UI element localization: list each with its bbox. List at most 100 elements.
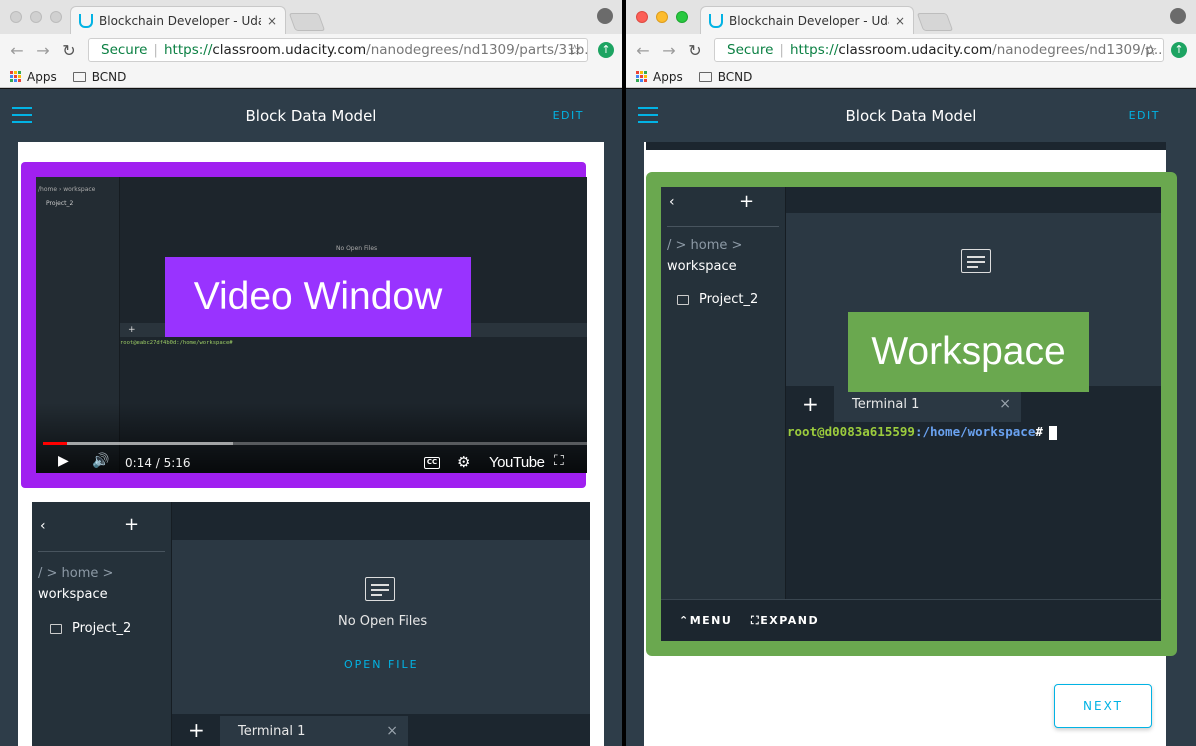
reload-icon[interactable]: ↻ [682, 41, 708, 60]
back-arrow-icon[interactable]: ← [630, 41, 656, 60]
apps-grid-icon [636, 71, 647, 82]
tab-title: Blockchain Developer - Udacity [99, 13, 261, 28]
new-terminal-icon[interactable]: + [802, 392, 819, 416]
menu-label: MENU [689, 614, 733, 627]
bookmarks-bar: Apps BCND [626, 66, 1196, 88]
close-window-button[interactable] [10, 11, 22, 23]
secure-label: Secure [101, 42, 148, 58]
add-file-icon[interactable]: + [124, 514, 139, 535]
workspace-widget: ‹ + / > home > workspace Project_2 No Op… [32, 502, 590, 746]
browser-window-right: Blockchain Developer - Udaci × ← → ↻ Sec… [626, 0, 1196, 746]
file-sidebar: ‹ + / > home > workspace Project_2 [32, 502, 172, 746]
video-buffered [43, 442, 234, 445]
video-terminal-prompt: root@eabc27df4b0d:/home/workspace# [120, 340, 233, 346]
udacity-logo-icon [709, 13, 723, 28]
forward-arrow-icon[interactable]: → [30, 41, 56, 60]
new-tab-button[interactable] [288, 13, 326, 31]
terminal-tab[interactable]: Terminal 1 × [220, 716, 408, 746]
no-open-files-text: No Open Files [338, 614, 428, 629]
tab-close-icon[interactable]: × [895, 14, 905, 28]
url-path: /nanodegrees/nd1309/parts/31b... [366, 42, 588, 58]
video-no-open-files: No Open Files [336, 245, 378, 252]
profile-icon[interactable] [597, 8, 613, 24]
address-bar[interactable]: Secure | https://classroom.udacity.com/n… [88, 38, 588, 62]
project-folder-item[interactable]: Project_2 [50, 621, 131, 636]
url-scheme: https:// [163, 42, 213, 58]
content-area: ‹ + / > home > workspace Project_2 + Ter… [626, 142, 1196, 746]
folder-icon [72, 71, 86, 82]
fullscreen-icon[interactable]: ⛶ [554, 453, 564, 469]
menu-button[interactable]: ⌃MENU [679, 614, 732, 627]
terminal-prompt[interactable]: root@d0083a615599:/home/workspace# [787, 424, 1057, 440]
prompt-user: root@d0083a615599 [787, 424, 915, 439]
menu-icon[interactable] [12, 107, 32, 123]
workspace-folder[interactable]: workspace [667, 259, 737, 274]
project-folder-item[interactable]: Project_2 [677, 292, 758, 307]
minimize-window-button[interactable] [656, 11, 668, 23]
tab-title: Blockchain Developer - Udaci [729, 13, 889, 28]
workspace-bottom-bar: ⌃MENU ⛶EXPAND [661, 599, 1161, 641]
edit-button[interactable]: EDIT [1129, 109, 1160, 122]
url-scheme: https:// [789, 42, 839, 58]
bookmark-star-icon[interactable]: ☆ [568, 41, 581, 59]
prompt-dir: :/home/workspace [914, 424, 1036, 439]
menu-icon[interactable] [638, 107, 658, 123]
workspace-folder[interactable]: workspace [38, 587, 108, 602]
bookmark-bcnd[interactable]: BCND [718, 70, 753, 84]
video-window-label: Video Window [165, 257, 471, 337]
minimize-window-button[interactable] [30, 11, 42, 23]
open-file-button[interactable]: OPEN FILE [344, 658, 419, 671]
address-bar[interactable]: Secure | https://classroom.udacity.com/n… [714, 38, 1164, 62]
back-arrow-icon[interactable]: ← [4, 41, 30, 60]
url-host: classroom.udacity.com [212, 42, 367, 58]
browser-window-left: Blockchain Developer - Udacity × ← → ↻ S… [0, 0, 622, 746]
workspace-label: Workspace [848, 312, 1089, 392]
reload-icon[interactable]: ↻ [56, 41, 82, 60]
new-terminal-icon[interactable]: + [188, 718, 205, 742]
next-button[interactable]: NEXT [1054, 684, 1152, 728]
bookmark-star-icon[interactable]: ☆ [1144, 41, 1157, 59]
settings-gear-icon[interactable]: ⚙ [457, 453, 470, 471]
udacity-logo-icon [79, 13, 93, 28]
extension-icon[interactable]: ↑ [1171, 42, 1187, 58]
folder-icon [50, 623, 62, 634]
video-plus-icon: + [128, 325, 136, 335]
terminal-tab-bar: + Terminal 1 × [172, 714, 590, 746]
edit-button[interactable]: EDIT [553, 109, 584, 122]
terminal-tab-label: Terminal 1 [852, 396, 920, 412]
captions-button[interactable]: CC [424, 457, 440, 469]
collapse-sidebar-icon[interactable]: ‹ [40, 518, 46, 534]
profile-icon[interactable] [1170, 8, 1186, 24]
files-icon [365, 577, 395, 601]
close-window-button[interactable] [636, 11, 648, 23]
volume-icon[interactable]: 🔊 [92, 453, 109, 469]
bookmark-apps[interactable]: Apps [653, 70, 683, 84]
files-icon [961, 249, 991, 273]
breadcrumb[interactable]: / > home > [38, 566, 113, 581]
terminal-close-icon[interactable]: × [999, 396, 1011, 412]
project-name: Project_2 [72, 621, 132, 636]
extension-icon[interactable]: ↑ [598, 42, 614, 58]
expand-button[interactable]: ⛶EXPAND [751, 614, 819, 628]
add-file-icon[interactable]: + [739, 191, 754, 212]
video-player[interactable]: /home › workspace Project_2 No Open File… [36, 177, 587, 473]
video-progress-bar[interactable] [43, 442, 587, 445]
browser-tab[interactable]: Blockchain Developer - Udaci × [700, 6, 914, 34]
zoom-window-button[interactable] [50, 11, 62, 23]
bookmark-bcnd[interactable]: BCND [92, 70, 127, 84]
forward-arrow-icon[interactable]: → [656, 41, 682, 60]
new-tab-button[interactable] [916, 13, 954, 31]
video-time: 0:14 / 5:16 [125, 456, 191, 470]
zoom-window-button[interactable] [676, 11, 688, 23]
page-title: Block Data Model [845, 106, 977, 125]
terminal-close-icon[interactable]: × [386, 723, 398, 739]
tab-close-icon[interactable]: × [267, 14, 277, 28]
terminal-tab-label: Terminal 1 [238, 723, 306, 739]
browser-tab[interactable]: Blockchain Developer - Udacity × [70, 6, 286, 34]
workspace-widget: ‹ + / > home > workspace Project_2 + Ter… [661, 187, 1161, 641]
youtube-logo[interactable]: YouTube [489, 454, 545, 471]
breadcrumb[interactable]: / > home > [667, 238, 742, 253]
collapse-sidebar-icon[interactable]: ‹ [669, 194, 675, 210]
play-icon[interactable]: ▶ [58, 453, 69, 469]
bookmark-apps[interactable]: Apps [27, 70, 57, 84]
